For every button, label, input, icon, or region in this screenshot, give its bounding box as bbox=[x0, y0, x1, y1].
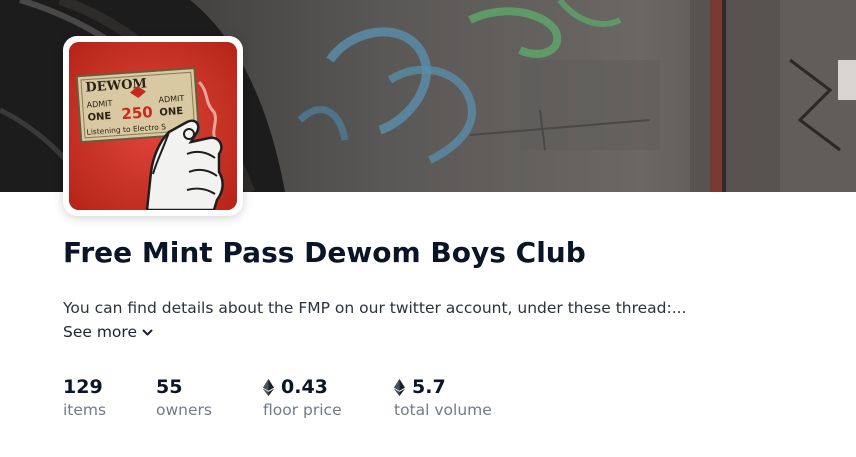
ticket-artwork: DEWOM ADMIT ONE 250 ADMIT ONE Listening … bbox=[69, 42, 237, 210]
ticket-number-text: 250 bbox=[121, 103, 153, 123]
stat-floor-price[interactable]: 0.43 floor price bbox=[263, 374, 394, 421]
see-more-label: See more bbox=[63, 323, 137, 341]
stat-label: owners bbox=[156, 401, 212, 419]
stat-label: floor price bbox=[263, 401, 342, 419]
stat-value: 129 bbox=[63, 374, 156, 400]
total-volume-value: 5.7 bbox=[412, 376, 446, 398]
stat-value: 0.43 bbox=[263, 374, 394, 400]
ethereum-icon bbox=[394, 378, 405, 396]
ticket-one-text-left: ONE bbox=[87, 111, 112, 124]
ticket-admit-text-left: ADMIT bbox=[86, 99, 112, 110]
stat-label: total volume bbox=[394, 401, 492, 419]
see-more-button[interactable]: See more bbox=[63, 321, 153, 343]
floor-price-value: 0.43 bbox=[281, 376, 328, 398]
collection-stats: 129 items 55 owners 0.43 floor price 5.7… bbox=[63, 374, 514, 421]
ticket-one-text-right: ONE bbox=[159, 106, 184, 119]
avatar-image: DEWOM ADMIT ONE 250 ADMIT ONE Listening … bbox=[69, 42, 237, 210]
stat-owners[interactable]: 55 owners bbox=[156, 374, 263, 421]
items-count: 129 bbox=[63, 376, 103, 398]
owners-count: 55 bbox=[156, 376, 183, 398]
stat-value: 55 bbox=[156, 374, 263, 400]
collection-description: You can find details about the FMP on ou… bbox=[63, 299, 687, 317]
ticket-admit-text-right: ADMIT bbox=[158, 94, 184, 105]
collection-page: DEWOM ADMIT ONE 250 ADMIT ONE Listening … bbox=[0, 0, 856, 457]
stat-total-volume[interactable]: 5.7 total volume bbox=[394, 374, 514, 421]
chevron-down-icon bbox=[142, 329, 153, 335]
stat-value: 5.7 bbox=[394, 374, 514, 400]
collection-title: Free Mint Pass Dewom Boys Club bbox=[63, 236, 586, 269]
stat-label: items bbox=[63, 401, 107, 419]
collection-avatar: DEWOM ADMIT ONE 250 ADMIT ONE Listening … bbox=[63, 36, 243, 216]
stat-items[interactable]: 129 items bbox=[63, 374, 156, 421]
ethereum-icon bbox=[263, 378, 274, 396]
